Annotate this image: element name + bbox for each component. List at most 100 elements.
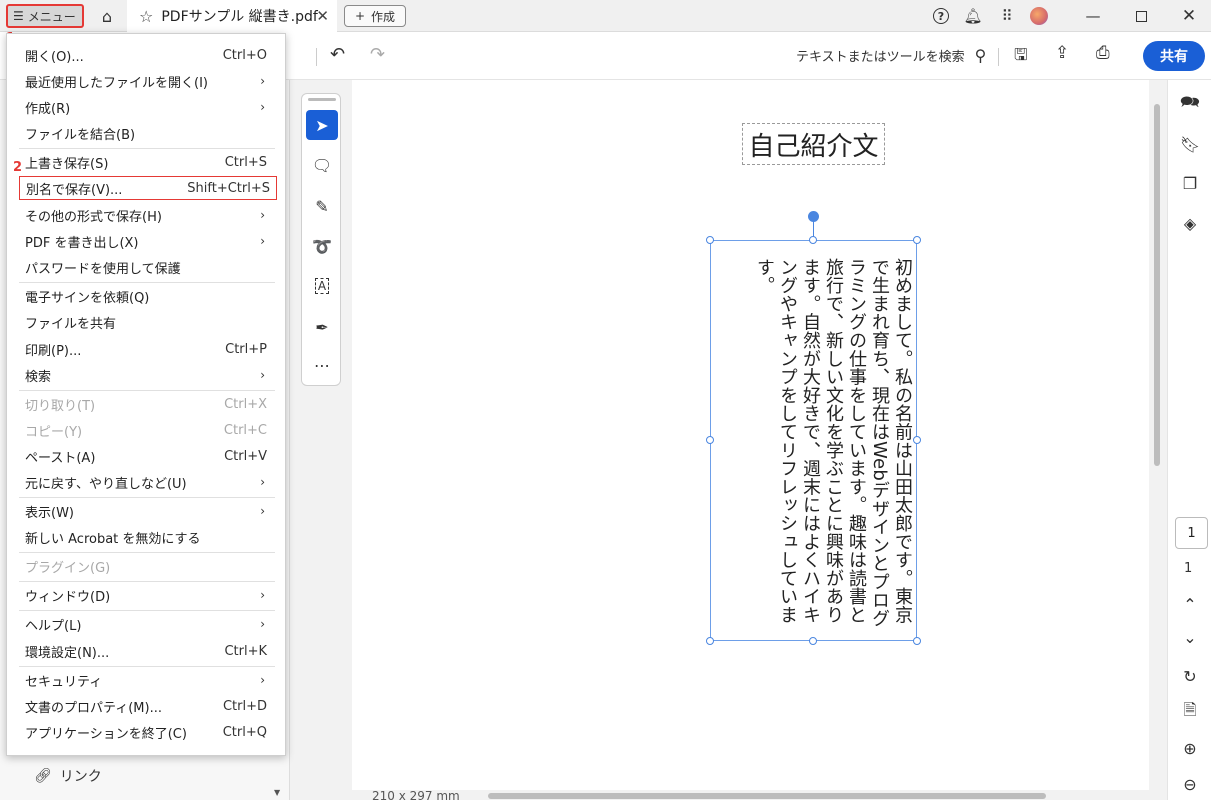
highlight-tool[interactable]: ✎: [306, 191, 338, 221]
resize-handle[interactable]: [913, 236, 921, 244]
vertical-scrollbar[interactable]: [1154, 104, 1160, 466]
menu-item-label: 作成(R): [25, 101, 71, 117]
window-close-button[interactable]: ✕: [1176, 6, 1202, 26]
help-button[interactable]: ?: [930, 6, 952, 26]
page-fit-button[interactable]: 🗎︎: [1178, 700, 1202, 724]
chevron-right-icon: ›: [260, 617, 265, 631]
link-tool[interactable]: 🔗︎ リンク: [34, 766, 102, 786]
menu-item-preferences[interactable]: 環境設定(N)... Ctrl+K: [7, 639, 285, 663]
menu-item-cut: 切り取り(T) Ctrl+X: [7, 392, 285, 416]
create-button[interactable]: + 作成: [344, 5, 406, 27]
sign-tool[interactable]: ✒: [306, 312, 338, 342]
menu-item-save-other-format[interactable]: その他の形式で保存(H) ›: [7, 203, 285, 227]
document-title[interactable]: 自己紹介文: [742, 123, 885, 165]
resize-handle[interactable]: [706, 637, 714, 645]
menu-item-label: 元に戻す、やり直しなど(U): [25, 476, 187, 492]
resize-handle[interactable]: [809, 236, 817, 244]
zoom-out-button[interactable]: ⊖: [1178, 772, 1202, 796]
menu-divider: [19, 148, 275, 149]
menu-item-request-esign[interactable]: 電子サインを依頼(Q): [7, 284, 285, 308]
chevron-right-icon: ›: [260, 588, 265, 602]
undo-button[interactable]: ↶: [330, 44, 345, 65]
menu-divider: [19, 552, 275, 553]
print-button[interactable]: ⎙: [1096, 43, 1110, 63]
menu-item-label: コピー(Y): [25, 424, 83, 440]
menu-item-search[interactable]: 検索 ›: [7, 363, 285, 387]
redo-button[interactable]: ↷: [370, 44, 385, 65]
menu-item-shortcut: Ctrl+O: [222, 47, 267, 63]
notifications-button[interactable]: 🔔︎: [962, 6, 984, 26]
page-number-input[interactable]: 1: [1175, 517, 1208, 549]
menu-item-label: 文書のプロパティ(M)...: [25, 700, 162, 716]
apps-button[interactable]: ⠿: [996, 6, 1018, 26]
share-button[interactable]: 共有: [1143, 41, 1205, 71]
rotate-handle[interactable]: [808, 211, 819, 222]
apps-grid-icon: ⠿: [1001, 7, 1013, 25]
rotate-page-button[interactable]: ↻: [1178, 664, 1202, 688]
freehand-draw-icon: ➰: [312, 236, 332, 256]
menu-item-plugins: プラグイン(G): [7, 554, 285, 578]
select-tool[interactable]: ➤: [306, 110, 338, 140]
resize-handle[interactable]: [706, 436, 714, 444]
resize-handle[interactable]: [809, 637, 817, 645]
menu-item-exit[interactable]: アプリケーションを終了(C) Ctrl+Q: [7, 720, 285, 744]
tab-close-icon[interactable]: ✕: [316, 7, 329, 25]
menu-item-document-properties[interactable]: 文書のプロパティ(M)... Ctrl+D: [7, 694, 285, 718]
zoom-out-icon: ⊖: [1183, 774, 1197, 794]
bookmarks-button[interactable]: 🔖︎: [1178, 132, 1202, 156]
menu-item-save-as[interactable]: 別名で保存(V)... Shift+Ctrl+S: [19, 176, 277, 200]
previous-page-button[interactable]: ⌃: [1178, 592, 1202, 616]
next-page-button[interactable]: ⌄: [1178, 625, 1202, 649]
save-button[interactable]: 🖫: [1014, 44, 1028, 71]
menu-item-open[interactable]: 開く(O)... Ctrl+O: [7, 43, 285, 67]
text-tool[interactable]: A: [306, 271, 338, 301]
resize-handle[interactable]: [706, 236, 714, 244]
comments-button[interactable]: 🗪︎: [1178, 92, 1202, 116]
draw-tool[interactable]: ➰: [306, 231, 338, 261]
menu-item-save[interactable]: 上書き保存(S) Ctrl+S: [7, 150, 285, 174]
search-tools-button[interactable]: テキストまたはツールを検索 ⚲: [796, 46, 986, 65]
minimize-button[interactable]: —: [1080, 6, 1106, 26]
menu-item-help[interactable]: ヘルプ(L) ›: [7, 612, 285, 636]
star-icon[interactable]: ☆: [139, 7, 153, 26]
quick-tools-strip: ➤ 🗨︎ ✎ ➰ A ✒ ⋯: [301, 93, 341, 386]
redo-icon: ↷: [370, 44, 386, 65]
menu-item-paste[interactable]: ペースト(A) Ctrl+V: [7, 444, 285, 468]
menu-item-label: アプリケーションを終了(C): [25, 726, 187, 742]
menu-item-disable-new-acrobat[interactable]: 新しい Acrobat を無効にする: [7, 525, 285, 549]
pages-button[interactable]: ❐: [1178, 171, 1202, 195]
more-tools-button[interactable]: ⋯: [306, 350, 338, 380]
menu-item-export-pdf[interactable]: PDF を書き出し(X) ›: [7, 229, 285, 253]
maximize-button[interactable]: [1128, 6, 1154, 26]
upload-button[interactable]: ⇪: [1055, 43, 1069, 63]
menu-item-open-recent[interactable]: 最近使用したファイルを開く(I) ›: [7, 69, 285, 93]
zoom-in-button[interactable]: ⊕: [1178, 736, 1202, 760]
horizontal-scrollbar[interactable]: [488, 793, 1046, 799]
menu-item-shortcut: Ctrl+Q: [222, 724, 267, 740]
scroll-down-icon[interactable]: ▼: [274, 788, 280, 797]
account-button[interactable]: [1028, 6, 1050, 26]
menu-item-security[interactable]: セキュリティ ›: [7, 668, 285, 692]
menu-item-create[interactable]: 作成(R) ›: [7, 95, 285, 119]
menu-item-password-protect[interactable]: パスワードを使用して保護: [7, 255, 285, 279]
menu-item-combine-files[interactable]: ファイルを結合(B): [7, 121, 285, 145]
menu-item-share-file[interactable]: ファイルを共有: [7, 310, 285, 334]
menu-item-shortcut: Shift+Ctrl+S: [187, 180, 270, 196]
menu-item-view[interactable]: 表示(W) ›: [7, 499, 285, 523]
resize-handle[interactable]: [913, 436, 921, 444]
vertical-body-text[interactable]: 初めまして。私の名前は山田太郎です。東京で生まれ育ち、現在はWebデザインとプロ…: [716, 258, 914, 636]
layers-button[interactable]: ◈: [1178, 211, 1202, 235]
menu-button[interactable]: ☰ メニュー: [6, 4, 84, 28]
menu-item-print[interactable]: 印刷(P)... Ctrl+P: [7, 337, 285, 361]
menu-item-window[interactable]: ウィンドウ(D) ›: [7, 583, 285, 607]
add-comment-tool[interactable]: 🗨︎: [306, 150, 338, 180]
home-button[interactable]: ⌂: [96, 6, 118, 26]
menu-item-shortcut: Ctrl+X: [224, 396, 267, 412]
menu-item-undo-redo[interactable]: 元に戻す、やり直しなど(U) ›: [7, 470, 285, 494]
document-tab[interactable]: ☆ PDFサンプル 縦書き.pdf ✕: [127, 0, 337, 32]
tool-strip-grip[interactable]: [308, 98, 336, 101]
maximize-icon: [1135, 10, 1147, 22]
bookmark-icon: 🔖︎: [1179, 134, 1201, 154]
resize-handle[interactable]: [913, 637, 921, 645]
menu-divider: [19, 581, 275, 582]
